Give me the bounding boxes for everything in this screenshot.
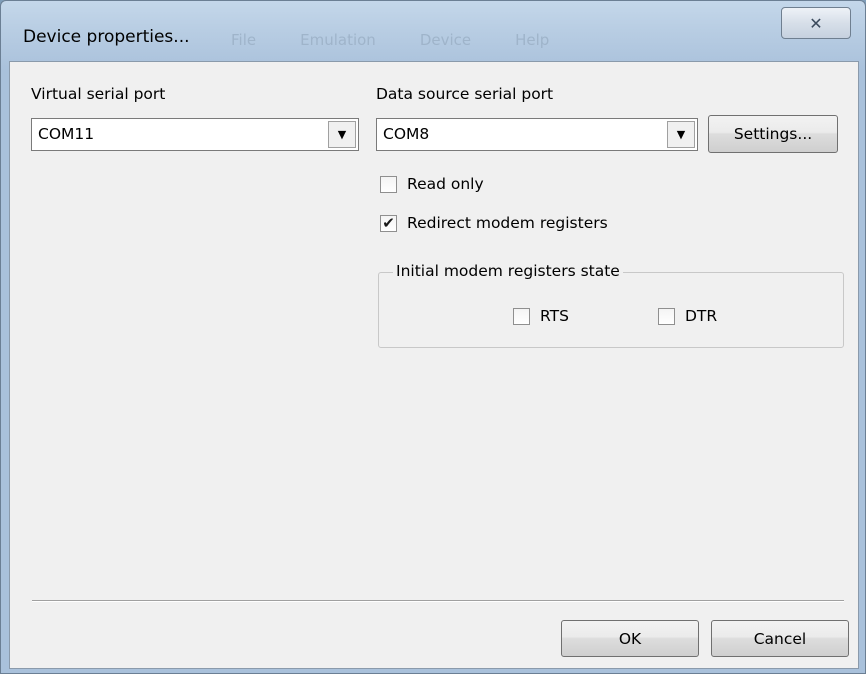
background-menu-item: File — [231, 31, 257, 49]
virtual-port-select[interactable]: COM11 ▼ — [31, 118, 359, 151]
footer-separator — [32, 600, 844, 602]
chevron-down-icon[interactable]: ▼ — [667, 121, 695, 148]
chevron-down-icon[interactable]: ▼ — [328, 121, 356, 148]
title-bar[interactable]: File Emulation Device Help Device proper… — [1, 1, 865, 61]
virtual-port-label: Virtual serial port — [31, 85, 166, 103]
checkmark-icon: ✔ — [382, 213, 395, 232]
device-properties-dialog: File Emulation Device Help Device proper… — [0, 0, 866, 674]
source-port-value: COM8 — [383, 125, 430, 143]
modem-state-title: Initial modem registers state — [393, 262, 623, 280]
redirect-modem-option[interactable]: ✔ Redirect modem registers — [380, 214, 608, 232]
read-only-label: Read only — [407, 175, 484, 193]
dialog-body: Virtual serial port COM11 ▼ Data source … — [9, 61, 859, 669]
cancel-button[interactable]: Cancel — [711, 620, 849, 657]
dtr-checkbox[interactable] — [658, 307, 675, 325]
modem-state-groupbox: Initial modem registers state RTS DTR — [378, 262, 844, 348]
virtual-port-value: COM11 — [38, 125, 95, 143]
read-only-option[interactable]: Read only — [380, 175, 484, 193]
redirect-modem-label: Redirect modem registers — [407, 214, 608, 232]
dtr-option[interactable]: DTR — [658, 307, 717, 325]
dtr-label: DTR — [685, 307, 718, 325]
background-menu-item: Device — [419, 31, 472, 49]
background-menu-bar: File Emulation Device Help — [231, 31, 549, 49]
close-icon: ✕ — [809, 13, 823, 33]
background-menu-item: Help — [515, 31, 550, 49]
window-title: Device properties... — [23, 27, 190, 47]
close-button[interactable]: ✕ — [781, 7, 851, 39]
source-port-label: Data source serial port — [376, 85, 554, 103]
background-menu-item: Emulation — [300, 31, 376, 49]
read-only-checkbox[interactable] — [380, 175, 397, 193]
rts-option[interactable]: RTS — [513, 307, 569, 325]
settings-button[interactable]: Settings... — [708, 115, 838, 153]
source-port-select[interactable]: COM8 ▼ — [376, 118, 698, 151]
redirect-modem-checkbox[interactable]: ✔ — [380, 213, 397, 232]
ok-button[interactable]: OK — [561, 620, 699, 657]
rts-checkbox[interactable] — [513, 307, 530, 325]
rts-label: RTS — [540, 307, 569, 325]
